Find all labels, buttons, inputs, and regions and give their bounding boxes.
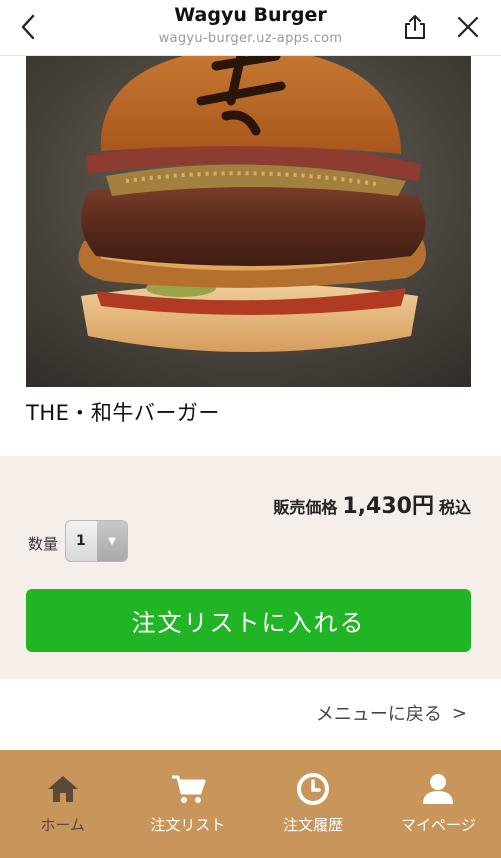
product-name: THE・和牛バーガー bbox=[26, 401, 220, 425]
quantity-select[interactable]: 1 ▼ bbox=[65, 520, 128, 562]
cart-icon bbox=[170, 772, 206, 806]
product-image bbox=[26, 56, 471, 387]
quantity-value: 1 bbox=[76, 533, 86, 549]
price-block: 販売価格 1,430円 税込 bbox=[273, 488, 471, 520]
price-label: 販売価格 bbox=[273, 498, 338, 517]
app-header: Wagyu Burger wagyu-burger.uz-apps.com bbox=[0, 0, 501, 56]
share-icon bbox=[405, 15, 425, 39]
dropdown-arrow-icon: ▼ bbox=[97, 521, 127, 561]
clock-icon bbox=[296, 772, 330, 806]
close-icon bbox=[457, 16, 479, 38]
nav-item-order-history[interactable]: 注文履歴 bbox=[251, 750, 376, 858]
tax-label: 税込 bbox=[438, 498, 471, 517]
nav-item-home[interactable]: ホーム bbox=[0, 750, 125, 858]
nav-item-order-list[interactable]: 注文リスト bbox=[125, 750, 250, 858]
nav-label-my-page: マイページ bbox=[401, 816, 476, 834]
nav-item-my-page[interactable]: マイページ bbox=[376, 750, 501, 858]
back-to-menu-link[interactable]: メニューに戻る > bbox=[316, 700, 467, 726]
home-icon bbox=[46, 772, 80, 806]
close-button[interactable] bbox=[454, 12, 482, 42]
purchase-panel: 販売価格 1,430円 税込 数量 1 ▼ 注文リストに入れる bbox=[0, 456, 501, 679]
back-to-menu-label: メニューに戻る bbox=[315, 704, 442, 725]
nav-label-order-list: 注文リスト bbox=[150, 816, 226, 834]
chevron-right-icon: > bbox=[451, 702, 467, 724]
nav-label-home: ホーム bbox=[40, 816, 85, 834]
add-to-order-list-button[interactable]: 注文リストに入れる bbox=[26, 589, 471, 652]
price-amount: 1,430円 bbox=[342, 494, 434, 519]
quantity-label: 数量 bbox=[28, 535, 59, 553]
bottom-nav: ホーム 注文リスト 注文履歴 マイページ bbox=[0, 750, 501, 858]
share-button[interactable] bbox=[401, 12, 429, 42]
user-icon bbox=[421, 772, 455, 806]
nav-label-order-history: 注文履歴 bbox=[283, 816, 344, 834]
